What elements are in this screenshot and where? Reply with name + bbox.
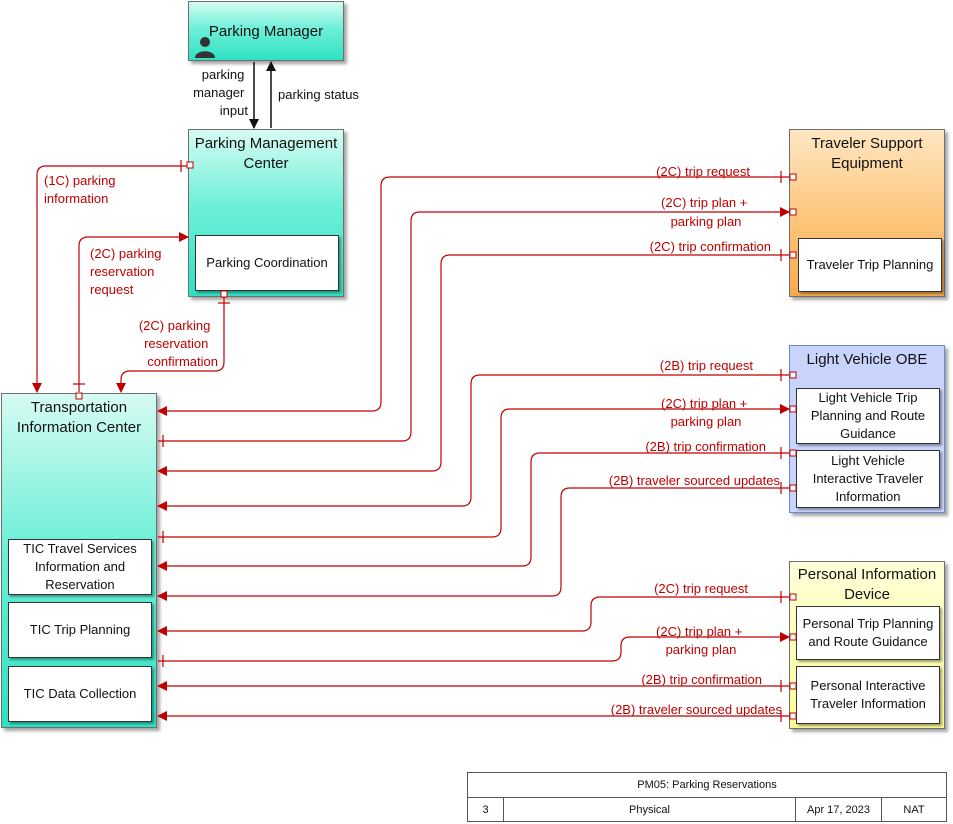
diagram-date: Apr 17, 2023	[796, 798, 882, 822]
lv-trip-plan-label-2: parking plan	[671, 414, 742, 429]
lv-traveler-updates-flow	[157, 487, 789, 601]
lv-trip-confirmation-flow	[157, 452, 789, 571]
reservation-confirmation-label-1: (2C) parking	[139, 318, 211, 333]
pid-trip-plan-label-2: parking plan	[666, 642, 737, 657]
svg-text:(2C) trip plan + parking p: (2C) trip plan + parking plan	[656, 624, 746, 657]
reservation-confirmation-label-3: confirmation	[147, 354, 218, 369]
pid-traveler-updates-label: (2B) traveler sourced updates	[611, 702, 783, 717]
svg-text:(2C) parking reservation: (2C) parking reservation request	[90, 246, 165, 297]
lv-trip-plan-label-1: (2C) trip plan +	[661, 396, 747, 411]
tse-trip-plan-label-2: parking plan	[671, 214, 742, 229]
pid-trip-confirmation-label: (2B) trip confirmation	[641, 672, 762, 687]
pid-trip-request-label: (2C) trip request	[654, 581, 748, 596]
svg-text:(2C) trip plan + parking p: (2C) trip plan + parking plan	[661, 396, 751, 429]
lv-traveler-updates-label: (2B) traveler sourced updates	[609, 473, 781, 488]
manager-input-label-2: manager	[193, 85, 245, 100]
reservation-request-label-3: request	[90, 282, 134, 297]
reservation-request-label-2: reservation	[90, 264, 154, 279]
lv-trip-confirmation-label: (2B) trip confirmation	[645, 439, 766, 454]
svg-text:parking manager input: parking manager input	[193, 67, 248, 118]
diagram-view: Physical	[504, 798, 796, 822]
diagram-number: 3	[468, 798, 504, 822]
lv-trip-request-label: (2B) trip request	[660, 358, 754, 373]
tse-trip-request-label: (2C) trip request	[656, 164, 750, 179]
parking-information-label-2: information	[44, 191, 108, 206]
svg-text:(2C) parking reservation: (2C) parking reservation confirmation	[139, 318, 218, 369]
reservation-confirmation-label-2: reservation	[144, 336, 208, 351]
tse-trip-confirmation-label: (2C) trip confirmation	[650, 239, 771, 254]
title-block: PM05: Parking Reservations 3 Physical Ap…	[467, 772, 947, 822]
manager-input-label-1: parking	[202, 67, 245, 82]
svg-text:(1C) parking information: (1C) parking information	[44, 173, 119, 206]
parking-information-label-1: (1C) parking	[44, 173, 116, 188]
flow-lines: parking manager input parking status (1C…	[32, 61, 797, 722]
reservation-request-label-1: (2C) parking	[90, 246, 162, 261]
diagram-title: PM05: Parking Reservations	[468, 773, 946, 798]
manager-input-label-3: input	[220, 103, 249, 118]
tse-trip-plan-label-1: (2C) trip plan +	[661, 195, 747, 210]
diagram-tag: NAT	[903, 804, 925, 816]
pid-trip-plan-label-1: (2C) trip plan +	[656, 624, 742, 639]
parking-status-label: parking status	[278, 87, 359, 102]
